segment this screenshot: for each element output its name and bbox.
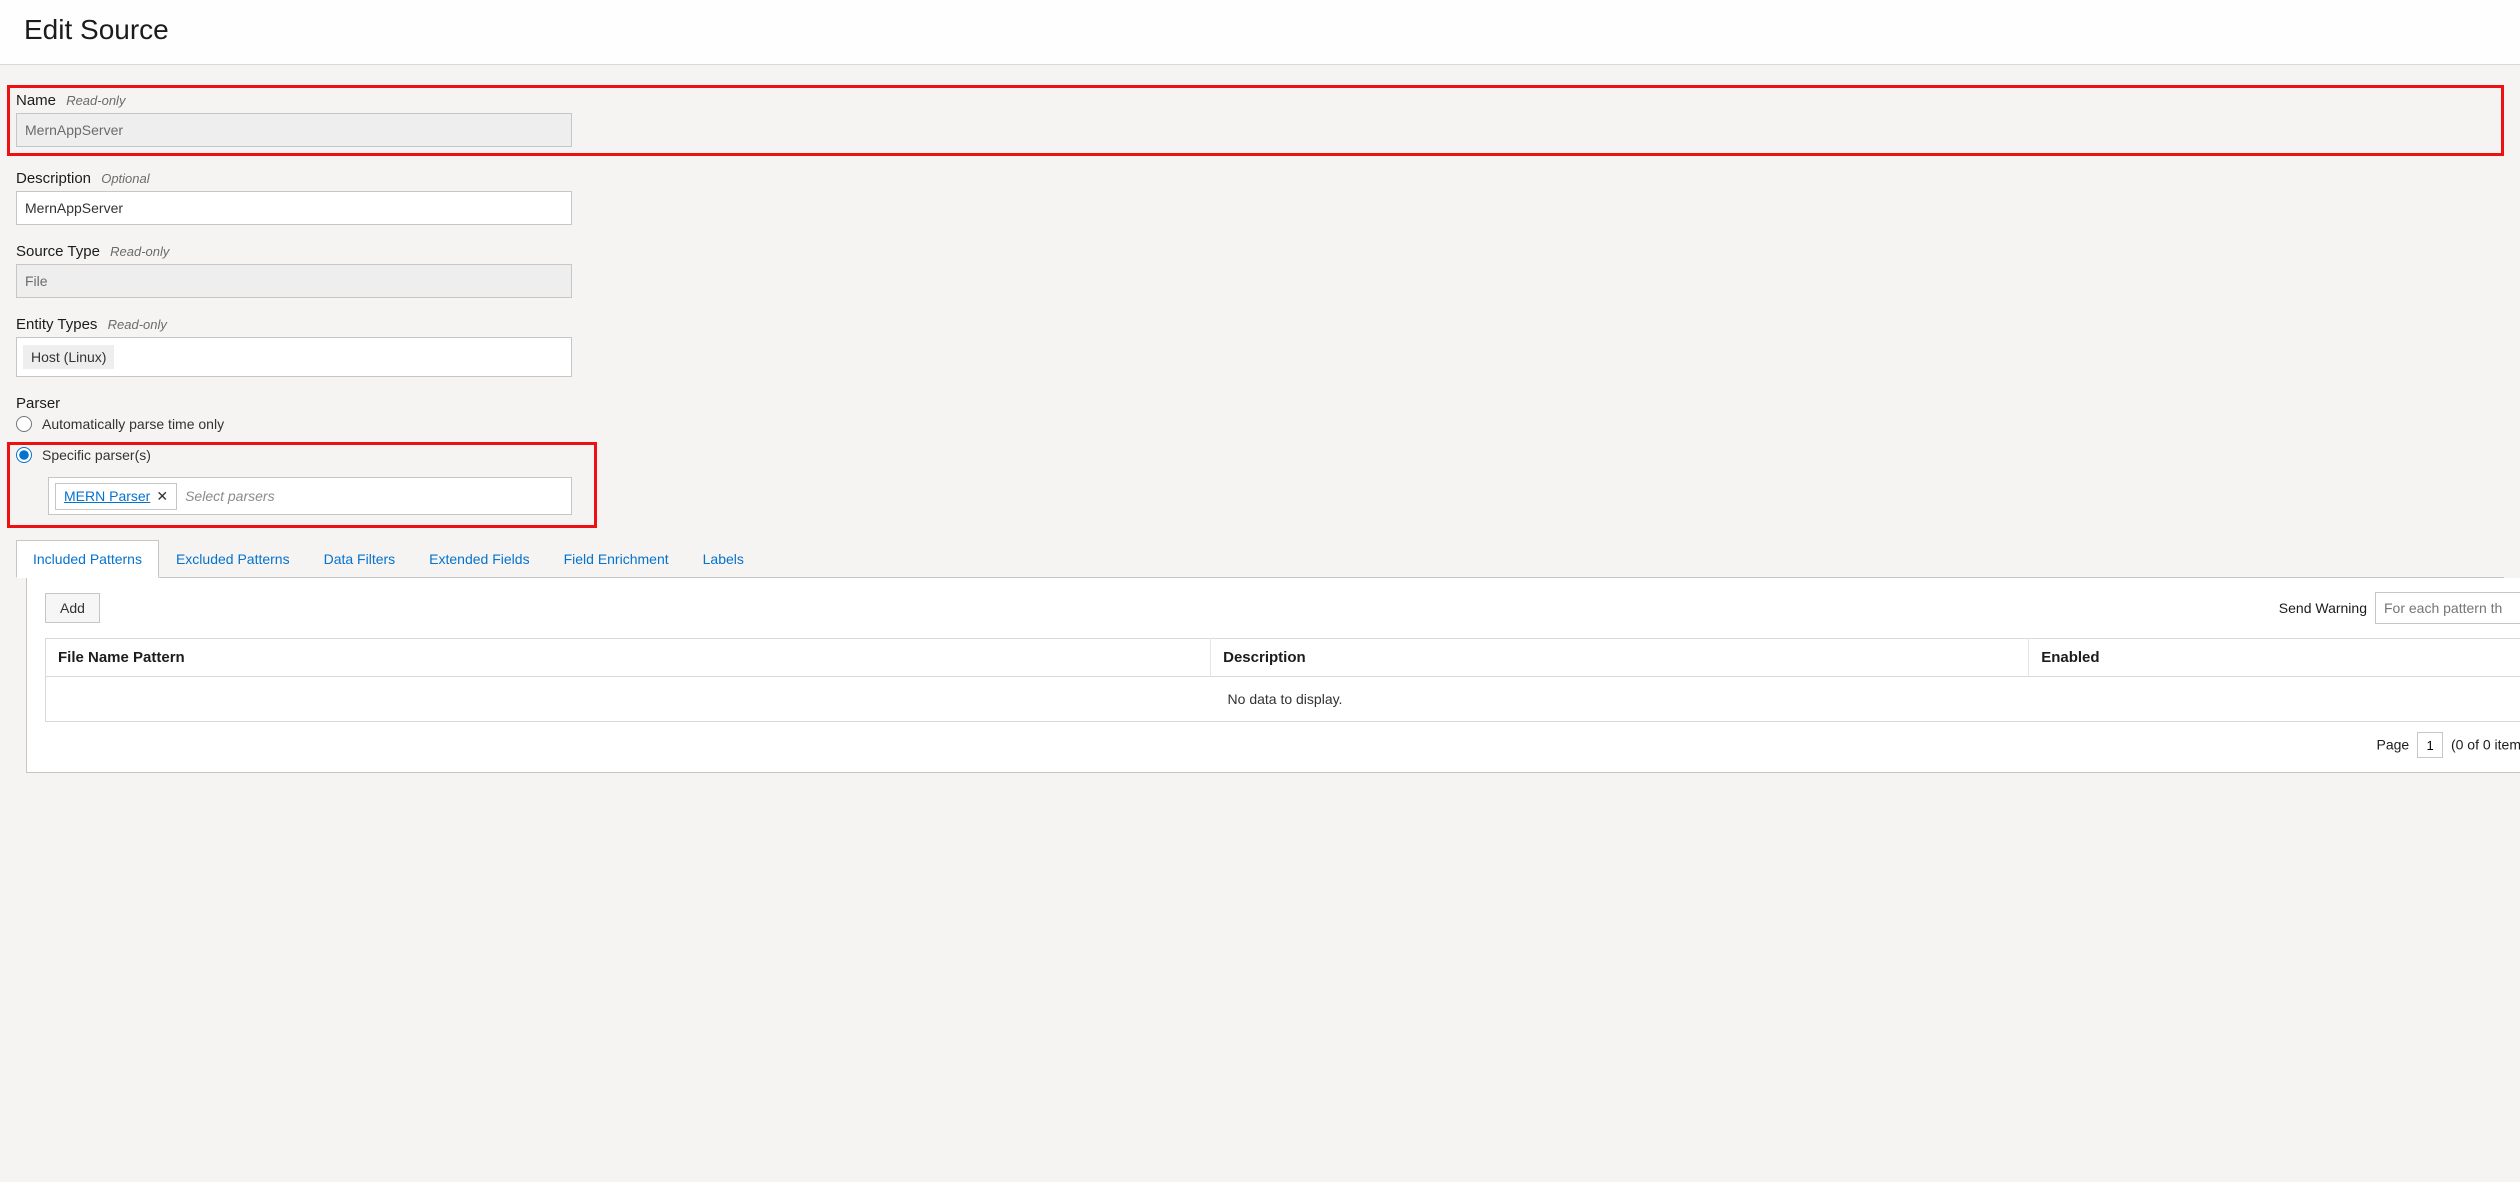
parser-radio-auto-label: Automatically parse time only bbox=[42, 416, 224, 432]
table-header-row: File Name Pattern Description Enabled bbox=[46, 639, 2520, 677]
no-data-message: No data to display. bbox=[46, 677, 2520, 722]
parser-chip-link[interactable]: MERN Parser bbox=[64, 488, 150, 504]
included-patterns-panel: Add Send Warning File Name Pattern Descr… bbox=[26, 578, 2520, 773]
parser-specific-group: Specific parser(s) MERN Parser ✕ Select … bbox=[7, 442, 597, 528]
tab-extended-fields[interactable]: Extended Fields bbox=[412, 540, 546, 578]
name-input bbox=[16, 113, 572, 147]
page-title: Edit Source bbox=[24, 14, 2496, 46]
tab-field-enrichment[interactable]: Field Enrichment bbox=[547, 540, 686, 578]
patterns-table: File Name Pattern Description Enabled No… bbox=[45, 638, 2520, 722]
send-warning-label: Send Warning bbox=[2279, 600, 2367, 616]
parser-radio-specific[interactable] bbox=[16, 447, 32, 463]
source-type-label: Source Type Read-only bbox=[16, 243, 2504, 260]
parser-select-input[interactable]: MERN Parser ✕ Select parsers bbox=[48, 477, 572, 515]
pager: Page (0 of 0 item bbox=[45, 722, 2520, 758]
parser-option-specific[interactable]: Specific parser(s) bbox=[16, 447, 588, 463]
parser-radio-specific-label: Specific parser(s) bbox=[42, 447, 151, 463]
description-label-text: Description bbox=[16, 170, 91, 187]
tab-excluded-patterns[interactable]: Excluded Patterns bbox=[159, 540, 307, 578]
tabs: Included Patterns Excluded Patterns Data… bbox=[16, 540, 2504, 578]
tab-included-patterns[interactable]: Included Patterns bbox=[16, 540, 159, 578]
source-type-input bbox=[16, 264, 572, 298]
entity-type-chip: Host (Linux) bbox=[23, 345, 114, 369]
panel-toolbar: Add Send Warning bbox=[45, 592, 2520, 624]
page-summary: (0 of 0 item bbox=[2451, 737, 2520, 753]
form-content: Name Read-only Description Optional Sour… bbox=[0, 65, 2520, 793]
page-input[interactable] bbox=[2417, 732, 2443, 758]
parser-option-auto[interactable]: Automatically parse time only bbox=[16, 416, 2504, 432]
parser-label: Parser bbox=[16, 395, 2504, 412]
source-type-label-text: Source Type bbox=[16, 243, 100, 260]
description-label: Description Optional bbox=[16, 170, 2504, 187]
entity-types-field-group: Entity Types Read-only Host (Linux) bbox=[16, 316, 2504, 377]
tab-labels[interactable]: Labels bbox=[686, 540, 761, 578]
parser-radio-auto[interactable] bbox=[16, 416, 32, 432]
table-row: No data to display. bbox=[46, 677, 2520, 722]
entity-types-input: Host (Linux) bbox=[16, 337, 572, 377]
parser-field-group: Parser Automatically parse time only bbox=[16, 395, 2504, 432]
col-description: Description bbox=[1211, 639, 2029, 677]
entity-types-label-text: Entity Types bbox=[16, 316, 97, 333]
name-hint: Read-only bbox=[66, 93, 125, 108]
entity-types-hint: Read-only bbox=[108, 317, 167, 332]
source-type-field-group: Source Type Read-only bbox=[16, 243, 2504, 298]
close-icon[interactable]: ✕ bbox=[156, 488, 168, 505]
col-enabled: Enabled bbox=[2029, 639, 2520, 677]
send-warning-select[interactable] bbox=[2375, 592, 2520, 624]
name-label: Name Read-only bbox=[16, 92, 2495, 109]
name-label-text: Name bbox=[16, 92, 56, 109]
description-hint: Optional bbox=[101, 171, 149, 186]
parser-chip: MERN Parser ✕ bbox=[55, 483, 177, 510]
page-header: Edit Source bbox=[0, 0, 2520, 65]
description-field-group: Description Optional bbox=[16, 170, 2504, 225]
parser-placeholder: Select parsers bbox=[185, 488, 274, 504]
description-input[interactable] bbox=[16, 191, 572, 225]
col-file-name-pattern: File Name Pattern bbox=[46, 639, 1211, 677]
entity-types-label: Entity Types Read-only bbox=[16, 316, 2504, 333]
add-button[interactable]: Add bbox=[45, 593, 100, 623]
page-label: Page bbox=[2376, 737, 2409, 753]
tab-data-filters[interactable]: Data Filters bbox=[307, 540, 413, 578]
name-field-group: Name Read-only bbox=[7, 85, 2504, 156]
source-type-hint: Read-only bbox=[110, 244, 169, 259]
